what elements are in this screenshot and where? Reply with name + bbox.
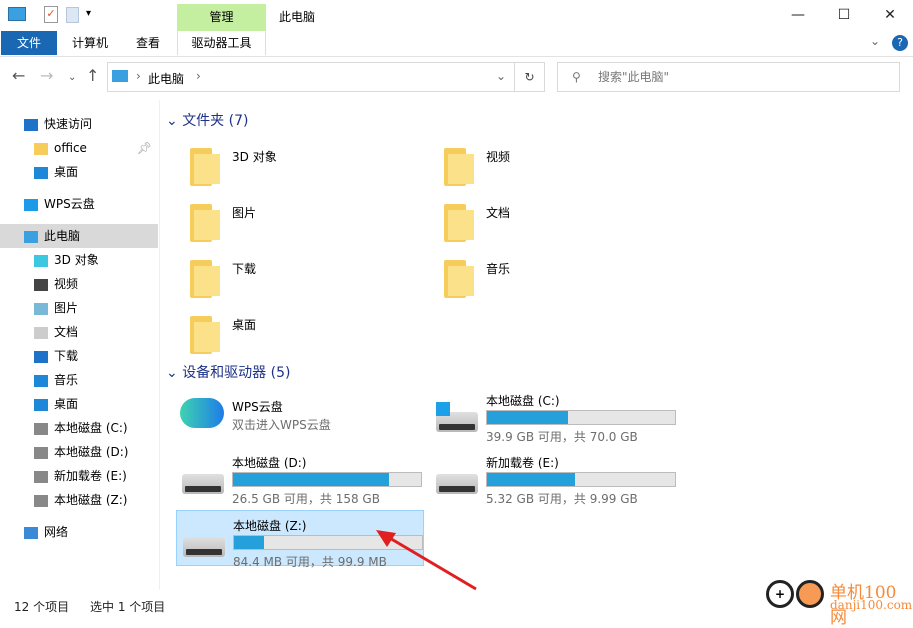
sidebar-item[interactable]: 桌面	[0, 160, 158, 184]
pin-icon[interactable]: 📌︎	[137, 136, 152, 160]
star-icon	[24, 118, 38, 131]
address-bar[interactable]: › 此电脑 › ⌄	[107, 62, 515, 92]
sidebar-item[interactable]: WPS云盘	[0, 192, 158, 216]
drive-icon	[182, 474, 224, 494]
sidebar-item[interactable]: 3D 对象	[0, 248, 158, 272]
wps-cloud-item[interactable]: WPS云盘 双击进入WPS云盘	[176, 392, 422, 448]
back-button[interactable]: ←	[12, 66, 25, 85]
refresh-button[interactable]: ↻	[515, 62, 545, 92]
windows-logo-icon	[436, 402, 450, 416]
folder-item[interactable]: 下载	[186, 252, 426, 304]
drive-item[interactable]: 本地磁盘 (C:) 39.9 GB 可用，共 70.0 GB	[430, 386, 676, 444]
music-icon	[34, 374, 48, 387]
sidebar-item[interactable]: 文档	[0, 320, 158, 344]
folder-item[interactable]: 文档	[440, 196, 680, 248]
sidebar-item[interactable]: 本地磁盘 (D:)	[0, 440, 158, 464]
breadcrumb-this-pc[interactable]: 此电脑	[148, 70, 184, 87]
sidebar-item[interactable]: 音乐	[0, 368, 158, 392]
folder-item[interactable]: 音乐	[440, 252, 680, 304]
tab-file[interactable]: 文件	[1, 31, 57, 55]
drive-usage-bar	[486, 410, 676, 425]
sidebar-item[interactable]: 桌面	[0, 392, 158, 416]
navigation-pane: 快速访问 office 📌︎ 桌面 WPS云盘 此电脑 3D 对象 视频 图片 文档 下载 音乐 桌面本…	[0, 112, 158, 544]
folder-icon	[440, 256, 476, 298]
drive-icon	[34, 446, 48, 459]
group-folders[interactable]: ⌄ 文件夹 (7)	[166, 110, 248, 130]
drive-item[interactable]: 新加载卷 (E:) 5.32 GB 可用，共 9.99 GB	[430, 448, 676, 506]
document-icon	[34, 326, 48, 339]
computer-icon	[24, 230, 38, 243]
recent-locations-icon[interactable]: ⌄	[68, 72, 76, 83]
cube-icon	[34, 254, 48, 267]
sidebar-item[interactable]: 快速访问	[0, 112, 158, 136]
annotation-arrow	[376, 530, 477, 591]
sidebar-item[interactable]: 视频	[0, 272, 158, 296]
folder-icon	[186, 312, 222, 354]
drive-icon	[34, 422, 48, 435]
title-bar: ✓ ▾ 管理 此电脑 — ☐ ✕	[0, 0, 913, 31]
search-icon: ⚲	[572, 70, 581, 84]
divider	[0, 56, 913, 57]
folder-item[interactable]: 图片	[186, 196, 426, 248]
drive-usage-bar	[486, 472, 676, 487]
folder-item[interactable]: 视频	[440, 140, 680, 192]
cloud-icon	[24, 198, 38, 211]
watermark-logo: +	[766, 576, 826, 614]
cloud-icon	[180, 398, 224, 428]
window-title: 此电脑	[279, 10, 316, 24]
folder-icon	[186, 200, 222, 242]
sidebar-item[interactable]: 本地磁盘 (Z:)	[0, 488, 158, 512]
folder-icon	[186, 144, 222, 186]
drive-icon	[34, 494, 48, 507]
forward-button[interactable]: →	[40, 66, 53, 85]
new-folder-icon[interactable]	[66, 7, 79, 23]
group-devices[interactable]: ⌄ 设备和驱动器 (5)	[166, 362, 290, 382]
watermark-url: danji100.com	[830, 598, 913, 612]
sidebar-item[interactable]: 网络	[0, 520, 158, 544]
sidebar-item[interactable]: 图片	[0, 296, 158, 320]
folder-item[interactable]: 3D 对象	[186, 140, 426, 192]
drive-icon	[183, 537, 225, 557]
sidebar-item[interactable]: 此电脑	[0, 224, 158, 248]
video-icon	[34, 278, 48, 291]
computer-icon	[8, 7, 26, 21]
divider	[159, 100, 160, 590]
tab-computer[interactable]: 计算机	[60, 31, 120, 55]
tab-drive-tools[interactable]: 驱动器工具	[177, 31, 266, 55]
network-icon	[24, 526, 38, 539]
drive-icon	[436, 474, 478, 494]
status-item-count: 12 个项目	[14, 600, 70, 614]
ribbon-expand-icon[interactable]: ⌄	[870, 34, 880, 48]
sidebar-item[interactable]: 本地磁盘 (C:)	[0, 416, 158, 440]
close-button[interactable]: ✕	[867, 0, 913, 31]
help-button[interactable]: ?	[892, 35, 908, 51]
folder-icon	[34, 142, 48, 155]
customize-toolbar-icon[interactable]: ▾	[86, 8, 91, 19]
picture-icon	[34, 302, 48, 315]
folder-icon	[440, 144, 476, 186]
context-tab-manage[interactable]: 管理	[177, 4, 266, 31]
computer-icon	[112, 70, 128, 82]
up-button[interactable]: ↑	[86, 66, 99, 85]
folder-icon	[186, 256, 222, 298]
tab-view[interactable]: 查看	[122, 31, 174, 55]
folder-item[interactable]: 桌面	[186, 308, 426, 360]
drive-usage-bar	[232, 472, 422, 487]
drive-icon	[34, 470, 48, 483]
sidebar-item[interactable]: office 📌︎	[0, 136, 158, 160]
search-input[interactable]: ⚲ 搜索"此电脑"	[557, 62, 900, 92]
download-icon	[34, 350, 48, 363]
status-selection: 选中 1 个项目	[90, 600, 166, 614]
folder-icon	[440, 200, 476, 242]
drive-item[interactable]: 本地磁盘 (D:) 26.5 GB 可用，共 158 GB	[176, 448, 422, 506]
maximize-button[interactable]: ☐	[821, 0, 867, 31]
desktop-icon	[34, 398, 48, 411]
address-dropdown-icon[interactable]: ⌄	[496, 69, 506, 83]
sidebar-item[interactable]: 新加载卷 (E:)	[0, 464, 158, 488]
minimize-button[interactable]: —	[775, 0, 821, 31]
properties-icon[interactable]: ✓	[44, 6, 58, 23]
desktop-icon	[34, 166, 48, 179]
sidebar-item[interactable]: 下载	[0, 344, 158, 368]
